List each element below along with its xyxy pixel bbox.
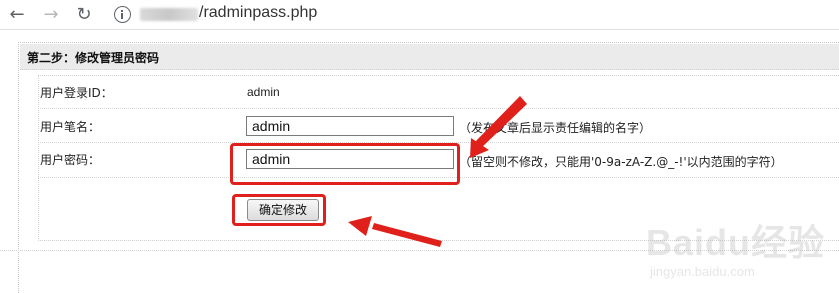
arrow-to-submit-icon (348, 216, 442, 247)
watermark-text: Baidu经验 (646, 222, 826, 263)
watermark-sub: jingyan.baidu.com (650, 264, 755, 279)
arrow-to-password-icon (470, 96, 527, 158)
baidu-watermark: Baidu经验 jingyan.baidu.com (646, 214, 836, 290)
